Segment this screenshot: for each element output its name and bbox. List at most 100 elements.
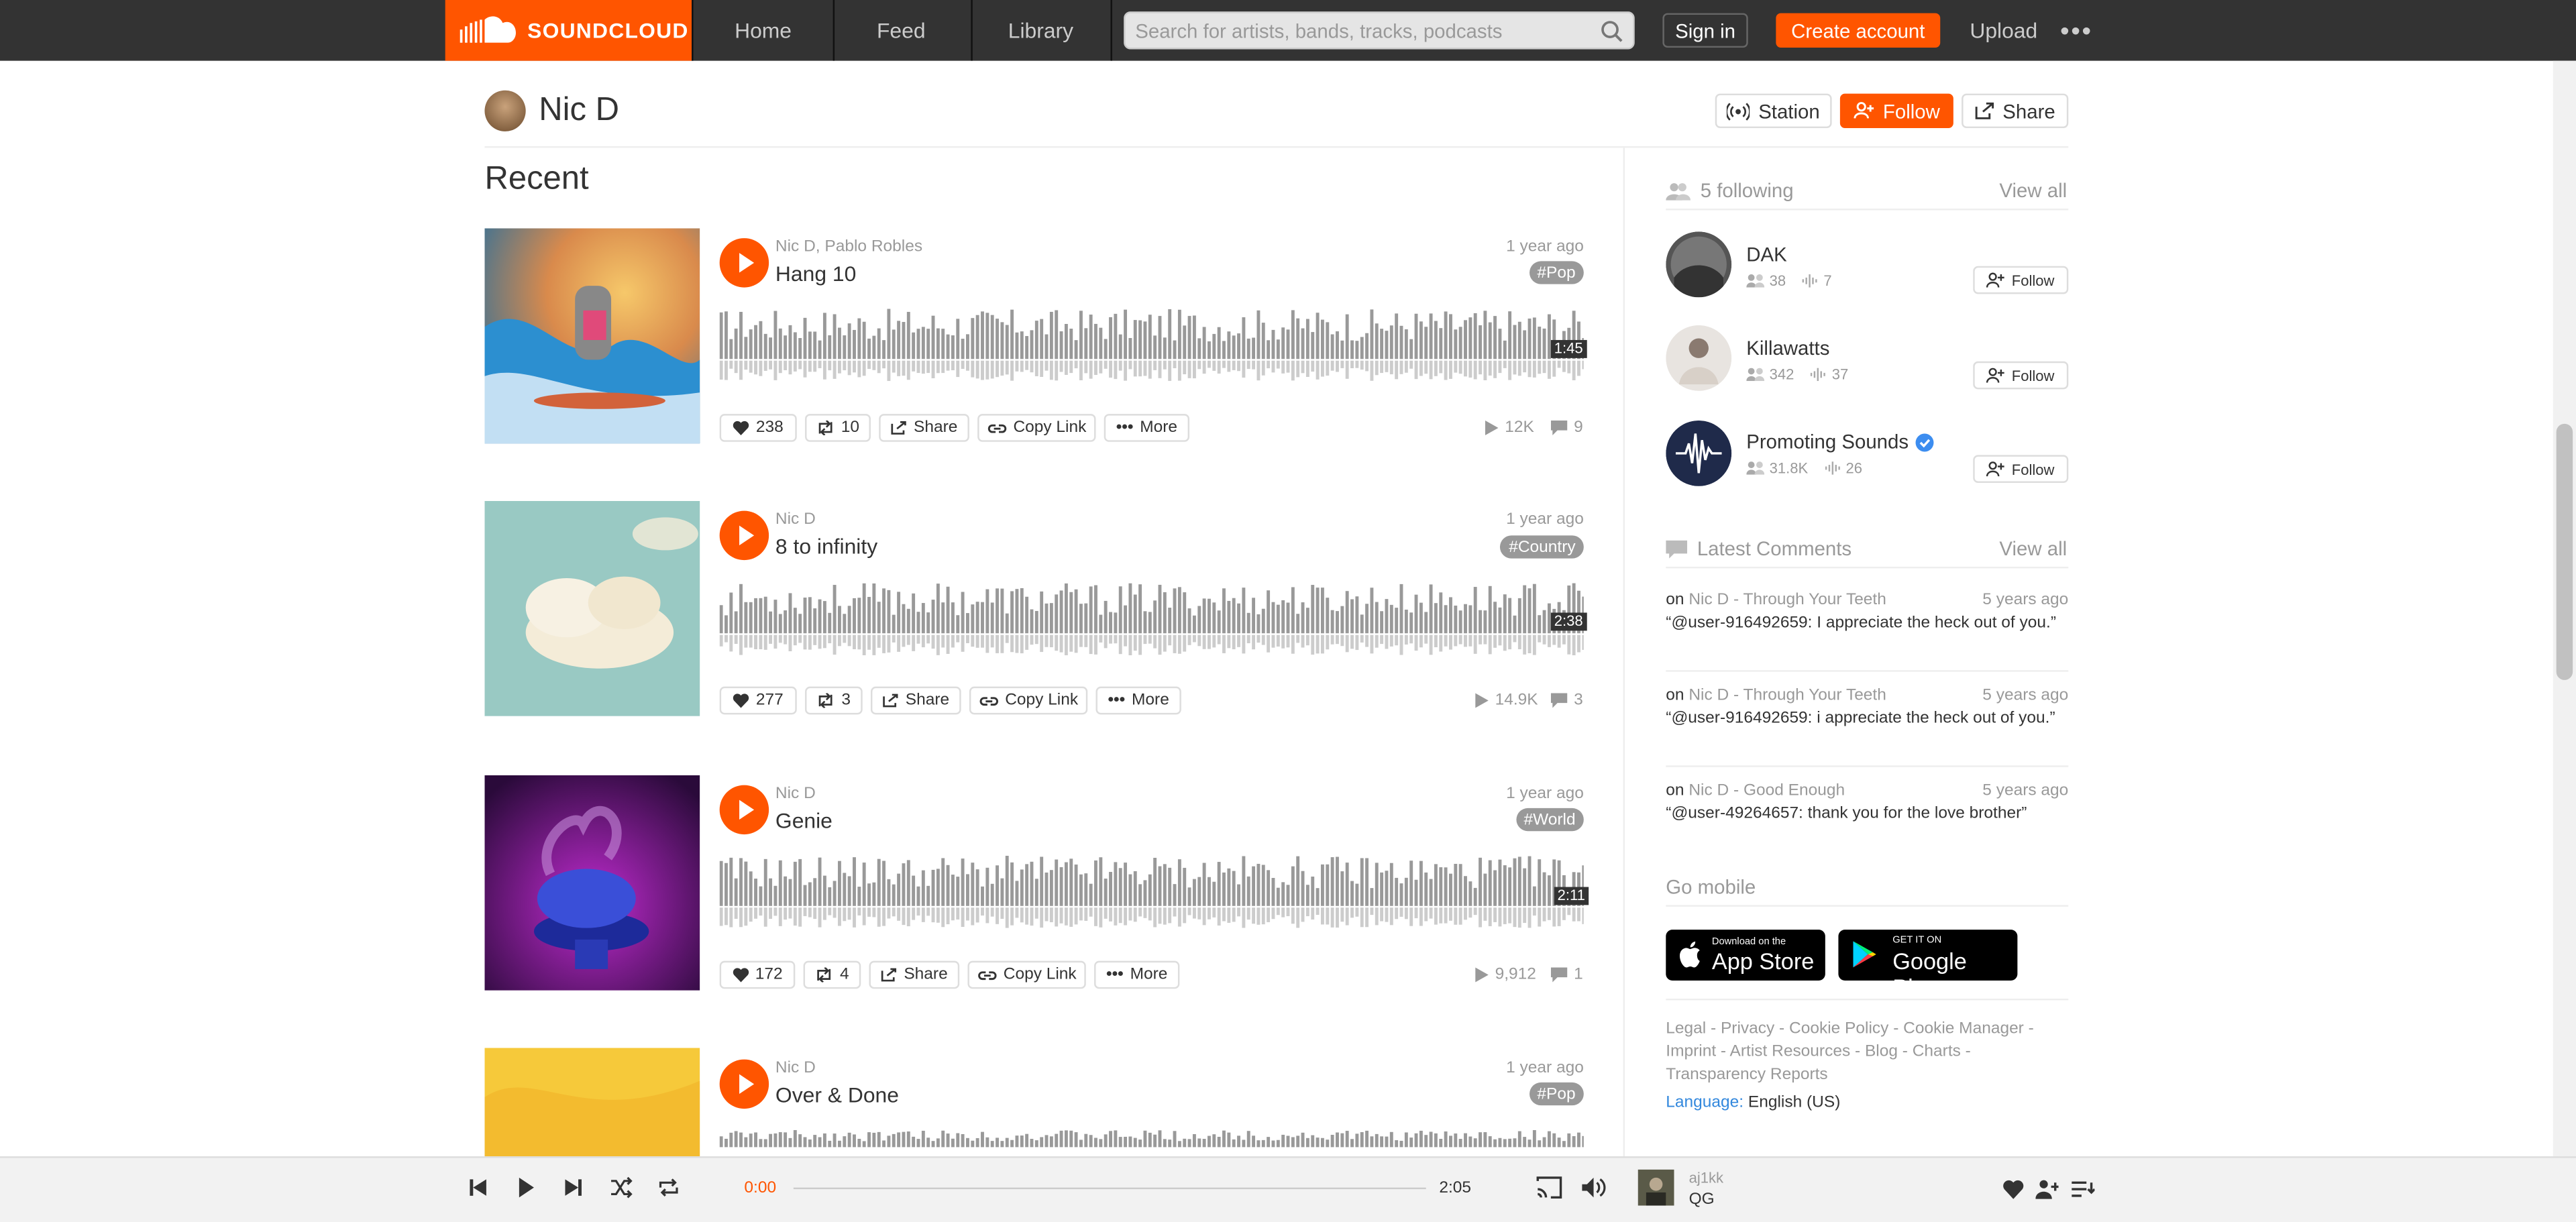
track-artist[interactable]: Nic D	[775, 511, 816, 529]
more-button[interactable]: ••• More	[1095, 686, 1181, 715]
track-title[interactable]: Genie	[775, 808, 833, 833]
genre-tag[interactable]: # Pop	[1529, 261, 1584, 284]
track-artwork-genie[interactable]	[484, 775, 700, 991]
repost-button[interactable]: 10	[805, 414, 871, 442]
profile-name[interactable]: Nic D	[539, 92, 619, 129]
progress-track[interactable]	[793, 1187, 1426, 1190]
waveform-reflection	[975, 634, 979, 648]
language-value[interactable]: English (US)	[1748, 1094, 1840, 1112]
track-artwork-8-to-infinity[interactable]	[484, 500, 700, 716]
footer-links[interactable]: Legal - Privacy - Cookie Policy - Cookie…	[1666, 1018, 2068, 1087]
shuffle-icon[interactable]	[610, 1176, 633, 1199]
more-button[interactable]: ••• More	[1104, 414, 1190, 442]
search-input[interactable]	[1125, 13, 1605, 48]
scrollbar-thumb[interactable]	[2556, 423, 2573, 680]
track-artist[interactable]: Nic D	[775, 785, 816, 803]
user-avatar-killawatts[interactable]	[1666, 325, 1732, 391]
now-playing-uploader[interactable]: aj1kk	[1689, 1170, 1723, 1186]
waveform-reflection	[1252, 907, 1256, 924]
google-play-badge[interactable]: GET IT ON Google Play	[1838, 930, 2018, 1000]
view-all-following[interactable]: View all	[1999, 179, 2067, 202]
track-artist[interactable]: Nic D, Pablo Robles	[775, 238, 922, 256]
play-icon[interactable]	[515, 1176, 537, 1199]
copy-link-button[interactable]: Copy Link	[967, 960, 1086, 989]
profile-avatar[interactable]	[484, 90, 526, 131]
comment-count[interactable]: 1	[1550, 966, 1583, 984]
track-artwork-over-and-done[interactable]	[484, 1048, 700, 1157]
follow-button[interactable]: Follow	[1839, 93, 1953, 129]
user-name[interactable]: Promoting Sounds	[1746, 431, 1909, 453]
waveform-bar	[941, 858, 945, 906]
sign-in-button[interactable]: Sign in	[1662, 13, 1748, 48]
comment-item[interactable]: on Nic D - Through Your Teeth 5 years ag…	[1666, 687, 2068, 730]
repost-button[interactable]: 3	[805, 686, 863, 715]
genre-tag[interactable]: # Country	[1500, 535, 1584, 559]
user-name-row[interactable]: Promoting Sounds	[1746, 431, 1933, 453]
play-button[interactable]	[719, 1059, 769, 1109]
track-title[interactable]: Over & Done	[775, 1082, 899, 1107]
like-button[interactable]: 238	[719, 414, 797, 442]
station-button[interactable]: Station	[1715, 93, 1832, 129]
follow-user-button[interactable]: Follow	[1973, 455, 2069, 484]
play-button[interactable]	[719, 510, 769, 561]
track-title[interactable]: Hang 10	[775, 261, 856, 286]
volume-icon[interactable]	[1580, 1176, 1607, 1199]
follow-user-button[interactable]: Follow	[1973, 266, 2069, 294]
previous-track-icon[interactable]	[467, 1176, 490, 1199]
create-account-button[interactable]: Create account	[1776, 13, 1941, 48]
following-header[interactable]: 5 following	[1666, 179, 1794, 202]
play-button[interactable]	[719, 785, 769, 835]
app-store-badge[interactable]: Download on the App Store	[1666, 930, 1825, 981]
track-title[interactable]: 8 to infinity	[775, 534, 877, 559]
comment-count[interactable]: 3	[1550, 691, 1583, 710]
queue-list-icon[interactable]	[2072, 1179, 2095, 1199]
track-waveform[interactable]	[719, 577, 1584, 656]
repeat-icon[interactable]	[657, 1176, 680, 1199]
comment-track[interactable]: Nic D - Good Enough	[1688, 782, 1845, 800]
now-playing-title[interactable]: QG	[1689, 1191, 1715, 1209]
repost-button[interactable]: 4	[803, 960, 861, 989]
share-button[interactable]: Share	[879, 414, 969, 442]
user-name[interactable]: Killawatts	[1746, 337, 1829, 359]
view-all-comments[interactable]: View all	[1999, 537, 2067, 560]
play-button[interactable]	[719, 238, 769, 288]
nav-home[interactable]: Home	[692, 0, 835, 61]
track-artwork-hang-10[interactable]	[484, 228, 700, 444]
like-button[interactable]: 277	[719, 686, 797, 715]
like-heart-icon[interactable]	[2002, 1179, 2024, 1199]
genre-tag[interactable]: # Pop	[1529, 1082, 1584, 1106]
soundcloud-logo[interactable]: SOUNDCLOUD	[445, 0, 692, 61]
genre-tag[interactable]: # World	[1515, 808, 1584, 832]
track-artist[interactable]: Nic D	[775, 1060, 816, 1078]
search-icon[interactable]	[1600, 19, 1623, 42]
like-button[interactable]: 172	[719, 960, 796, 989]
comment-track[interactable]: Nic D - Through Your Teeth	[1688, 687, 1886, 705]
more-menu-icon[interactable]: •••	[2060, 18, 2093, 48]
comment-item[interactable]: on Nic D - Through Your Teeth 5 years ag…	[1666, 592, 2068, 634]
track-waveform[interactable]	[719, 1123, 1584, 1156]
follow-user-button[interactable]: Follow	[1973, 361, 2069, 390]
comment-item[interactable]: on Nic D - Good Enough 5 years ago “@use…	[1666, 782, 2068, 825]
user-name[interactable]: DAK	[1746, 243, 1786, 266]
language-row[interactable]: Language: English (US)	[1666, 1094, 1840, 1112]
track-waveform[interactable]	[719, 302, 1584, 382]
upload-link[interactable]: Upload	[1970, 18, 2037, 43]
cast-icon[interactable]	[1534, 1174, 1564, 1201]
comment-track[interactable]: Nic D - Through Your Teeth	[1688, 592, 1886, 610]
share-button[interactable]: Share	[869, 960, 960, 989]
waveform-reflection	[1030, 907, 1034, 926]
track-waveform[interactable]	[719, 849, 1584, 928]
user-avatar-dak[interactable]	[1666, 231, 1732, 298]
nav-library[interactable]: Library	[971, 0, 1112, 61]
share-button[interactable]: Share	[1962, 93, 2069, 129]
now-playing-artwork[interactable]	[1638, 1169, 1674, 1206]
user-avatar-promoting-sounds[interactable]	[1666, 420, 1732, 486]
next-track-icon[interactable]	[562, 1176, 585, 1199]
comment-count[interactable]: 9	[1550, 419, 1583, 437]
nav-feed[interactable]: Feed	[831, 0, 973, 61]
copy-link-button[interactable]: Copy Link	[969, 686, 1088, 715]
follow-user-icon[interactable]	[2035, 1179, 2059, 1199]
more-button[interactable]: ••• More	[1094, 960, 1180, 989]
copy-link-button[interactable]: Copy Link	[977, 414, 1096, 442]
share-button[interactable]: Share	[870, 686, 961, 715]
